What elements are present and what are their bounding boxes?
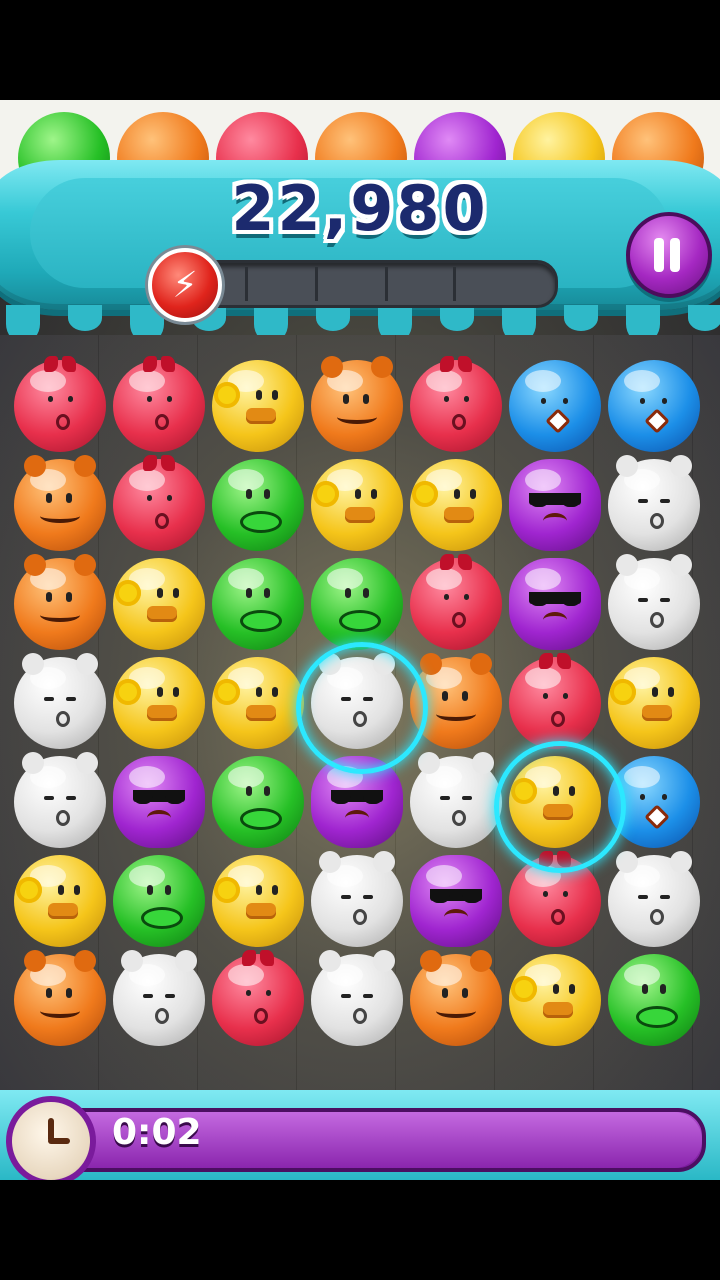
lightning-bolt-icon[interactable]: ⚡ [148,248,222,322]
blob-white[interactable] [14,752,106,848]
score-value: 22,980 [231,172,489,245]
blob-orange[interactable] [14,554,106,650]
blob-white[interactable] [311,653,403,749]
blob-yellow[interactable] [509,756,601,848]
timer-value: 0:02 [112,1112,202,1153]
blob-purple[interactable] [509,459,601,551]
pause-icon [654,238,664,272]
blob-yellow[interactable] [212,855,304,947]
blob-blue[interactable] [509,360,601,452]
blob-green[interactable] [212,756,304,848]
blob-white[interactable] [608,554,700,650]
blob-purple[interactable] [410,855,502,947]
blob-white[interactable] [311,851,403,947]
blob-red[interactable] [113,455,205,551]
blob-white[interactable] [410,752,502,848]
blob-yellow[interactable] [509,954,601,1046]
power-meter [182,260,558,308]
blob-purple[interactable] [311,756,403,848]
blob-white[interactable] [608,851,700,947]
nav-bar-area [0,1180,720,1280]
blob-red[interactable] [509,851,601,947]
game-board [0,335,720,1175]
blob-orange[interactable] [410,653,502,749]
blob-red[interactable] [410,554,502,650]
blob-blue[interactable] [608,360,700,452]
blob-red[interactable] [212,950,304,1046]
blob-yellow[interactable] [608,657,700,749]
blob-green[interactable] [608,954,700,1046]
blob-yellow[interactable] [113,558,205,650]
blob-white[interactable] [113,950,205,1046]
blob-white[interactable] [608,455,700,551]
blob-orange[interactable] [410,950,502,1046]
pause-button[interactable] [626,212,712,298]
blob-yellow[interactable] [311,459,403,551]
blob-white[interactable] [14,653,106,749]
blob-white[interactable] [311,950,403,1046]
blob-yellow[interactable] [212,360,304,452]
blob-red[interactable] [410,356,502,452]
status-bar-area [0,0,720,100]
blob-orange[interactable] [14,455,106,551]
blob-red[interactable] [14,356,106,452]
blob-blue[interactable] [608,756,700,848]
blob-green[interactable] [212,459,304,551]
blob-yellow[interactable] [113,657,205,749]
blob-green[interactable] [212,558,304,650]
blob-green[interactable] [113,855,205,947]
blob-purple[interactable] [113,756,205,848]
blob-green[interactable] [311,558,403,650]
blob-red[interactable] [113,356,205,452]
blob-yellow[interactable] [410,459,502,551]
blob-orange[interactable] [14,950,106,1046]
blob-yellow[interactable] [14,855,106,947]
game-area: 22,980 ⚡ 0:02 [0,100,720,1180]
clock-icon [6,1096,96,1180]
blob-red[interactable] [509,653,601,749]
blob-yellow[interactable] [212,657,304,749]
blob-purple[interactable] [509,558,601,650]
blob-orange[interactable] [311,356,403,452]
